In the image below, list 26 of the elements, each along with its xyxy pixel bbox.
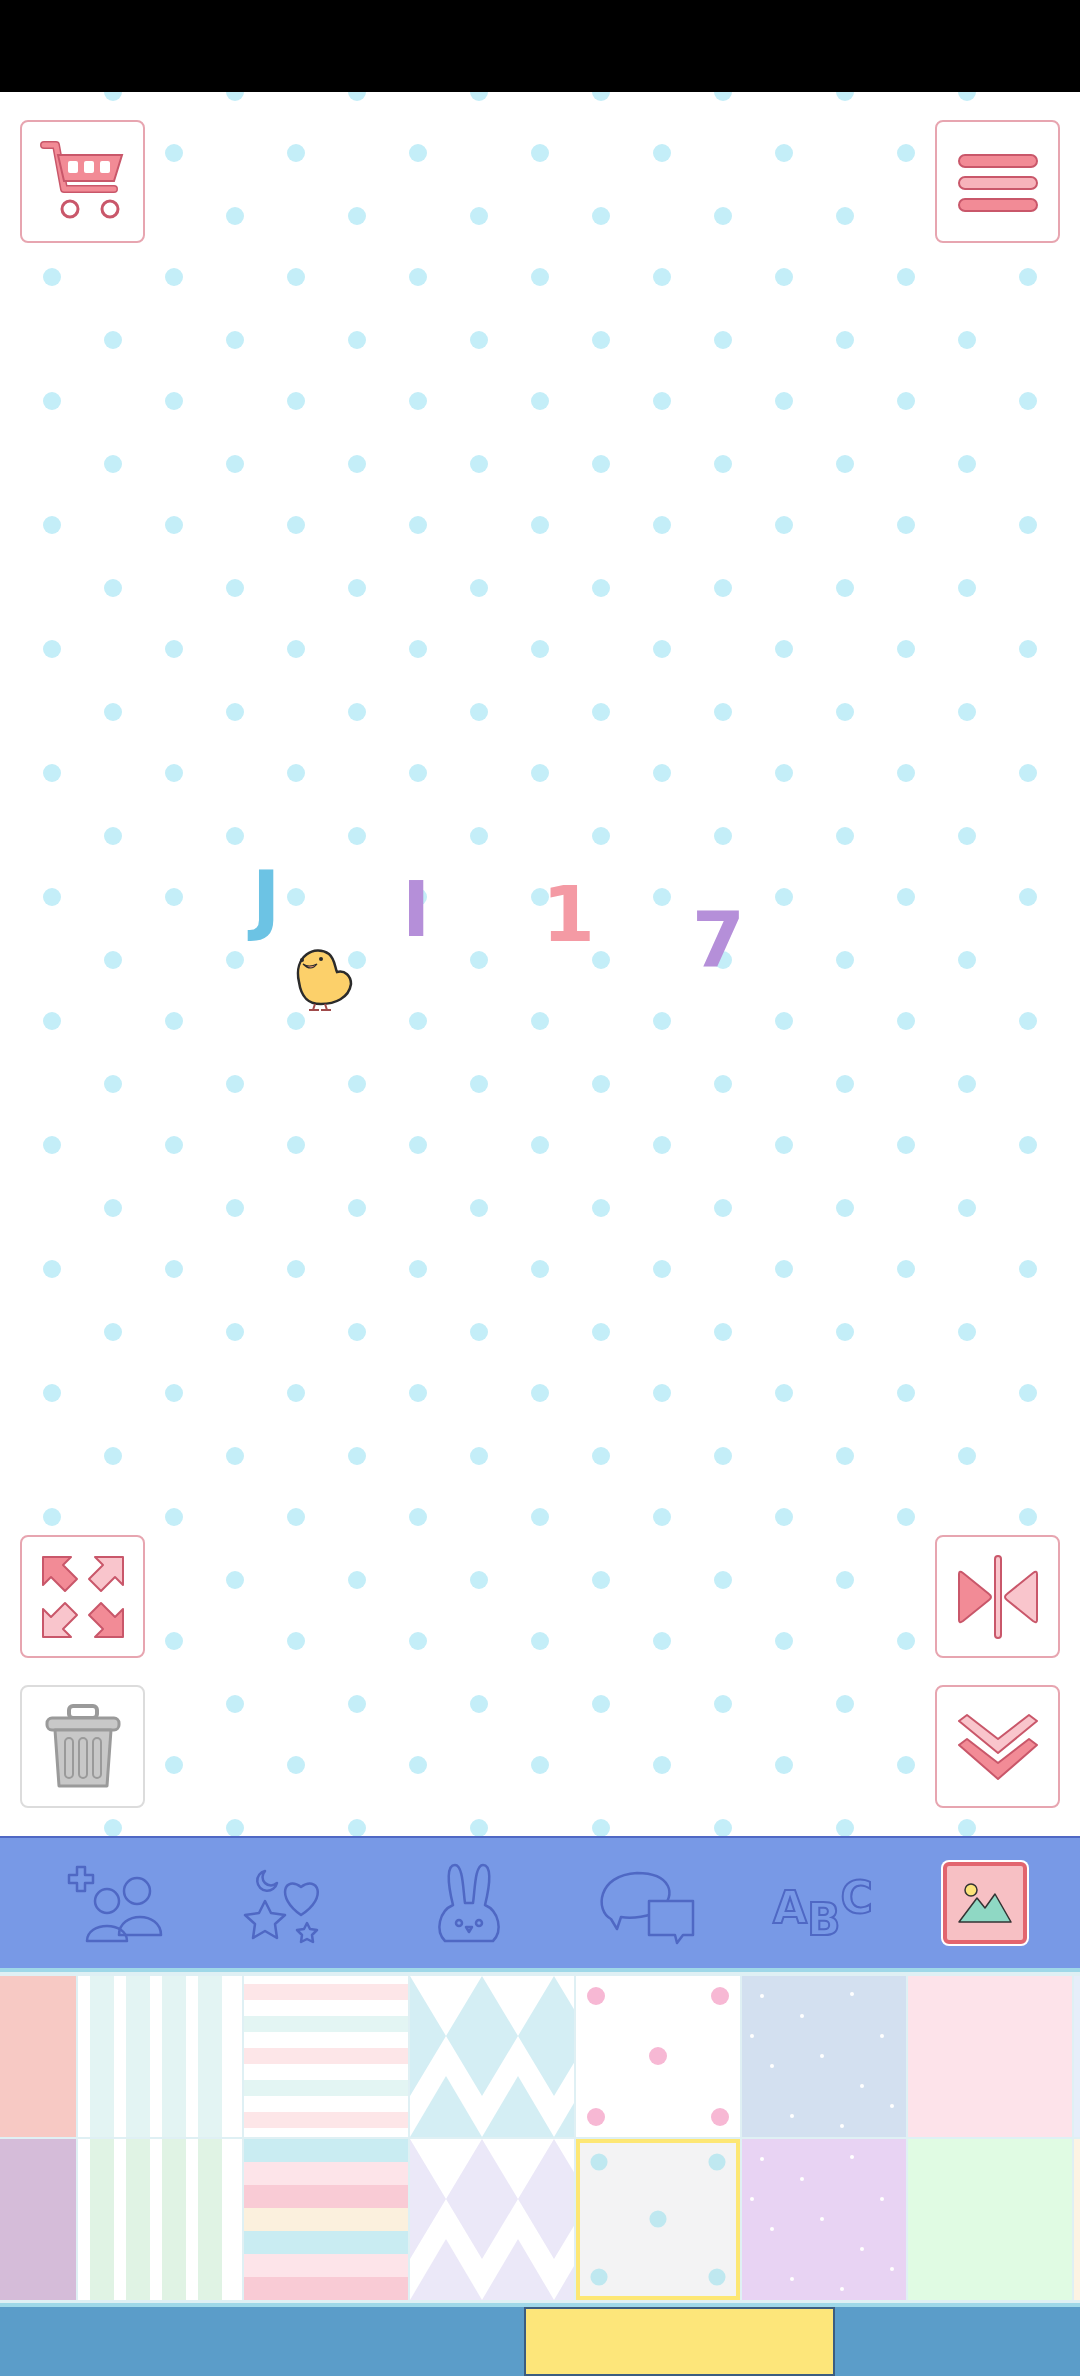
pattern-swatch[interactable] <box>0 2139 76 2300</box>
letter-sticker[interactable]: 1 <box>530 867 607 962</box>
category-tab[interactable] <box>943 1862 1027 1944</box>
collapse-button[interactable] <box>935 1685 1060 1808</box>
cart-button[interactable] <box>20 120 145 243</box>
pattern-swatch[interactable] <box>1074 2139 1080 2300</box>
pattern-swatch[interactable] <box>78 1976 242 2137</box>
bottom-panel-button[interactable] <box>524 2307 835 2376</box>
pattern-swatch[interactable] <box>742 2139 906 2300</box>
letter-sticker[interactable]: 7 <box>680 892 757 987</box>
pattern-swatch[interactable] <box>78 2139 242 2300</box>
pattern-swatch[interactable] <box>244 1976 408 2137</box>
letter-sticker[interactable]: I <box>390 862 443 957</box>
pattern-swatch[interactable] <box>576 1976 740 2137</box>
delete-button[interactable] <box>20 1685 145 1808</box>
expand-button[interactable] <box>20 1535 145 1658</box>
pattern-swatch[interactable] <box>908 1976 1072 2137</box>
pattern-swatch[interactable] <box>576 2139 740 2300</box>
menu-button[interactable] <box>935 120 1060 243</box>
pattern-swatch[interactable] <box>410 2139 574 2300</box>
pattern-swatch[interactable] <box>0 1976 76 2137</box>
letter-sticker[interactable]: J <box>240 852 293 947</box>
mirror-button[interactable] <box>935 1535 1060 1658</box>
pattern-swatch[interactable] <box>410 1976 574 2137</box>
pattern-swatch[interactable] <box>244 2139 408 2300</box>
pattern-swatch[interactable] <box>742 1976 906 2137</box>
